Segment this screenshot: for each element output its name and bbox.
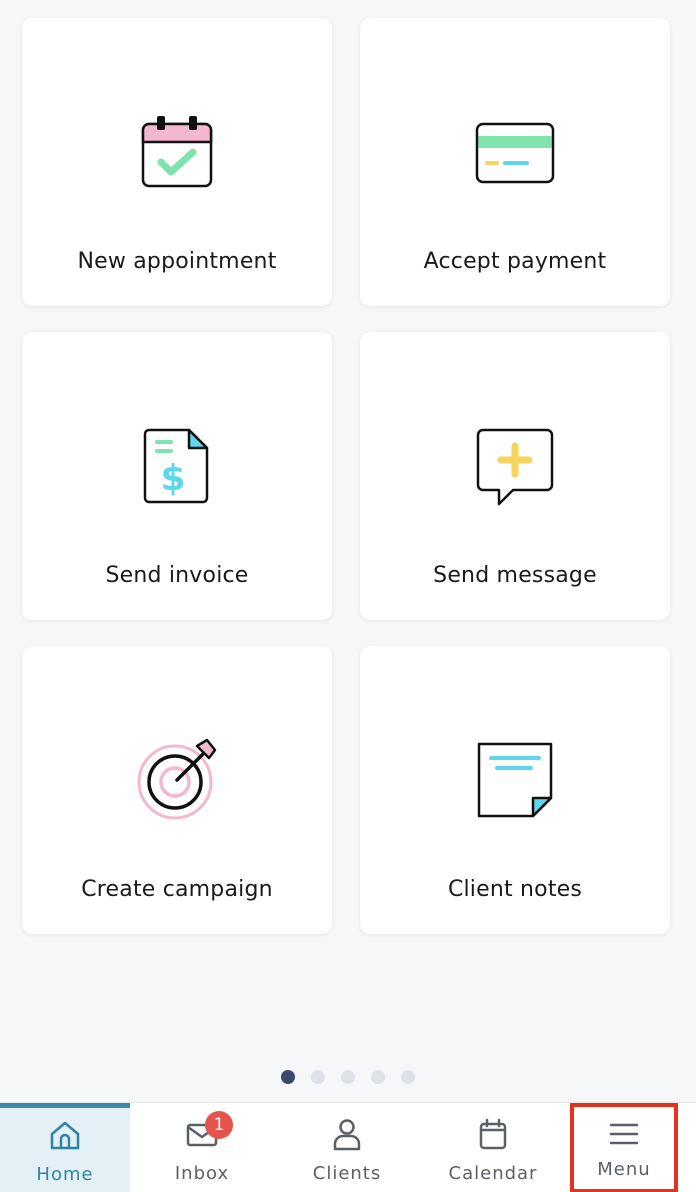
create-campaign-tile[interactable]: Create campaign — [22, 646, 332, 934]
client-notes-tile[interactable]: Client notes — [360, 646, 670, 934]
send-message-tile[interactable]: Send message — [360, 332, 670, 620]
quick-actions-grid: New appointment Accept payment $ Send in… — [22, 18, 670, 934]
tab-calendar[interactable]: Calendar — [420, 1103, 566, 1192]
person-icon — [333, 1119, 361, 1151]
page-dot-1[interactable] — [281, 1070, 295, 1084]
calendar-check-icon — [141, 116, 213, 188]
tile-label: Client notes — [447, 877, 583, 902]
tile-label: Accept payment — [423, 249, 607, 274]
page-dot-5[interactable] — [401, 1070, 415, 1084]
invoice-dollar-icon: $ — [143, 428, 209, 504]
tab-label: Menu — [597, 1159, 651, 1180]
target-arrow-icon — [137, 738, 217, 820]
accept-payment-tile[interactable]: Accept payment — [360, 18, 670, 306]
credit-card-icon — [475, 122, 555, 184]
calendar-icon — [479, 1118, 507, 1150]
page-dot-3[interactable] — [341, 1070, 355, 1084]
home-icon — [50, 1121, 80, 1150]
tile-label: Send invoice — [105, 563, 249, 588]
tile-label: Create campaign — [81, 877, 273, 902]
tab-inbox[interactable]: 1 Inbox — [130, 1103, 274, 1192]
bottom-tab-bar: Home 1 Inbox Clients Calendar Menu — [0, 1102, 696, 1192]
send-invoice-tile[interactable]: $ Send invoice — [22, 332, 332, 620]
page-indicator — [0, 1070, 696, 1084]
tab-label: Calendar — [448, 1163, 538, 1184]
sticky-note-icon — [477, 742, 553, 818]
unread-badge: 1 — [205, 1111, 233, 1139]
message-plus-icon — [476, 428, 554, 506]
tab-menu[interactable]: Menu — [570, 1103, 678, 1192]
tab-home[interactable]: Home — [0, 1103, 130, 1192]
page-dot-2[interactable] — [311, 1070, 325, 1084]
quick-actions-screen: New appointment Accept payment $ Send in… — [0, 0, 696, 1192]
tab-label: Home — [36, 1164, 94, 1185]
hamburger-menu-icon — [609, 1123, 639, 1145]
tab-label: Clients — [312, 1163, 382, 1184]
svg-text:$: $ — [160, 458, 185, 499]
new-appointment-tile[interactable]: New appointment — [22, 18, 332, 306]
tile-label: Send message — [433, 563, 597, 588]
tab-clients[interactable]: Clients — [274, 1103, 420, 1192]
tile-label: New appointment — [77, 249, 277, 274]
tab-label: Inbox — [174, 1163, 230, 1184]
page-dot-4[interactable] — [371, 1070, 385, 1084]
